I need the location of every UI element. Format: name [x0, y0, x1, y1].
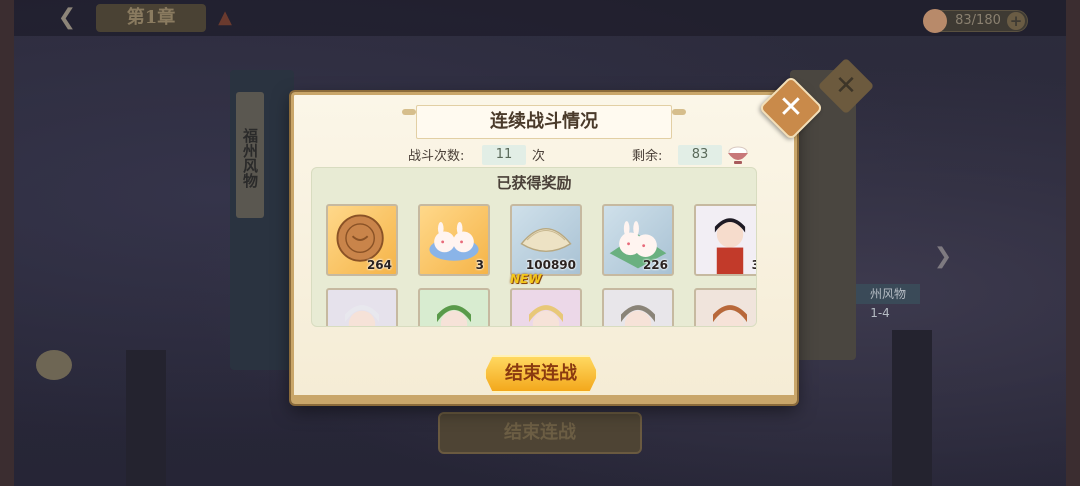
right-border-strip — [1066, 0, 1080, 486]
reward-quantity: 100890 — [525, 258, 576, 272]
end-battle-button[interactable]: 结束连战 — [484, 355, 598, 393]
reward-item-character-white-hair[interactable] — [326, 288, 398, 326]
reward-quantity: 3 — [752, 258, 756, 272]
reward-item-character-card[interactable]: 3 — [694, 204, 756, 276]
stage-number: 1-4 — [870, 306, 890, 320]
reward-quantity: 3 — [475, 258, 484, 272]
end-battle-button-label: 结束连战 — [505, 363, 577, 384]
back-arrow-icon[interactable]: ❮ — [52, 6, 82, 30]
stamina-counter: 83/180 + — [923, 9, 1028, 33]
pagoda-silhouette — [126, 350, 166, 486]
character-portrait-icon — [621, 305, 655, 326]
battle-count-unit: 次 — [532, 149, 546, 164]
reward-item-dumpling[interactable]: 100890 — [510, 204, 582, 276]
rice-bowl-icon — [728, 146, 748, 164]
reward-grid: 264 3 100890 226 NEW — [326, 204, 756, 326]
reward-quantity: 264 — [366, 258, 392, 272]
background-end-battle-label: 结束连战 — [504, 422, 576, 443]
reward-item-character-blonde[interactable] — [510, 288, 582, 326]
stage-label: 州风物 — [856, 284, 920, 304]
background-end-battle-button: 结束连战 — [438, 412, 642, 454]
modal-title: 连续战斗情况 — [490, 111, 598, 132]
rice-bowl-icon — [923, 9, 947, 33]
reward-item-character-grey-hair[interactable] — [602, 288, 674, 326]
reward-item-mooncake[interactable]: 264 — [326, 204, 398, 276]
chapter-title: 第1章 — [96, 4, 206, 32]
close-icon: ✕ — [778, 90, 804, 125]
character-portrait-icon — [437, 305, 471, 326]
new-badge: NEW — [510, 272, 542, 286]
title-decoration-left — [402, 109, 416, 115]
reward-quantity: 226 — [642, 258, 668, 272]
title-decoration-right — [672, 109, 686, 115]
battle-count-value: 11 — [482, 145, 526, 165]
battle-result-modal: 连续战斗情况 战斗次数: 11 次 剩余: 83 已获得奖励 264 3 100… — [291, 75, 824, 404]
rewards-panel: 已获得奖励 264 3 100890 226 NEW — [311, 167, 757, 327]
modal-title-plate: 连续战斗情况 — [416, 105, 672, 139]
chevron-right-icon: ❯ — [933, 244, 953, 269]
remaining-value: 83 — [678, 145, 722, 165]
reward-item-character-green-hair[interactable] — [418, 288, 490, 326]
character-portrait-icon — [529, 305, 563, 326]
background-close-button: ✕ — [817, 57, 875, 115]
battle-count-label: 战斗次数: — [408, 149, 465, 164]
reward-item-character-brown-hair[interactable] — [694, 288, 756, 326]
chat-bubble-icon — [36, 350, 72, 380]
stamina-text: 83/180 — [955, 13, 1001, 28]
rewards-header: 已获得奖励 — [496, 174, 572, 192]
reward-item-bunny-buns-leaf[interactable]: 226 — [602, 204, 674, 276]
scroll-label: 福州风物 — [236, 92, 264, 218]
hat-icon[interactable]: ▲ — [212, 6, 238, 30]
add-stamina-button[interactable]: + — [1007, 12, 1025, 30]
close-icon: ✕ — [835, 71, 857, 101]
character-portrait-icon — [345, 305, 379, 326]
reward-item-bunny-buns-plate[interactable]: 3 — [418, 204, 490, 276]
remaining-label: 剩余: — [632, 149, 663, 164]
character-portrait-icon — [696, 206, 756, 274]
character-portrait-icon — [713, 305, 747, 326]
pagoda-silhouette — [892, 330, 932, 486]
left-border-strip — [0, 0, 14, 486]
modal-bottom-band — [294, 395, 794, 401]
